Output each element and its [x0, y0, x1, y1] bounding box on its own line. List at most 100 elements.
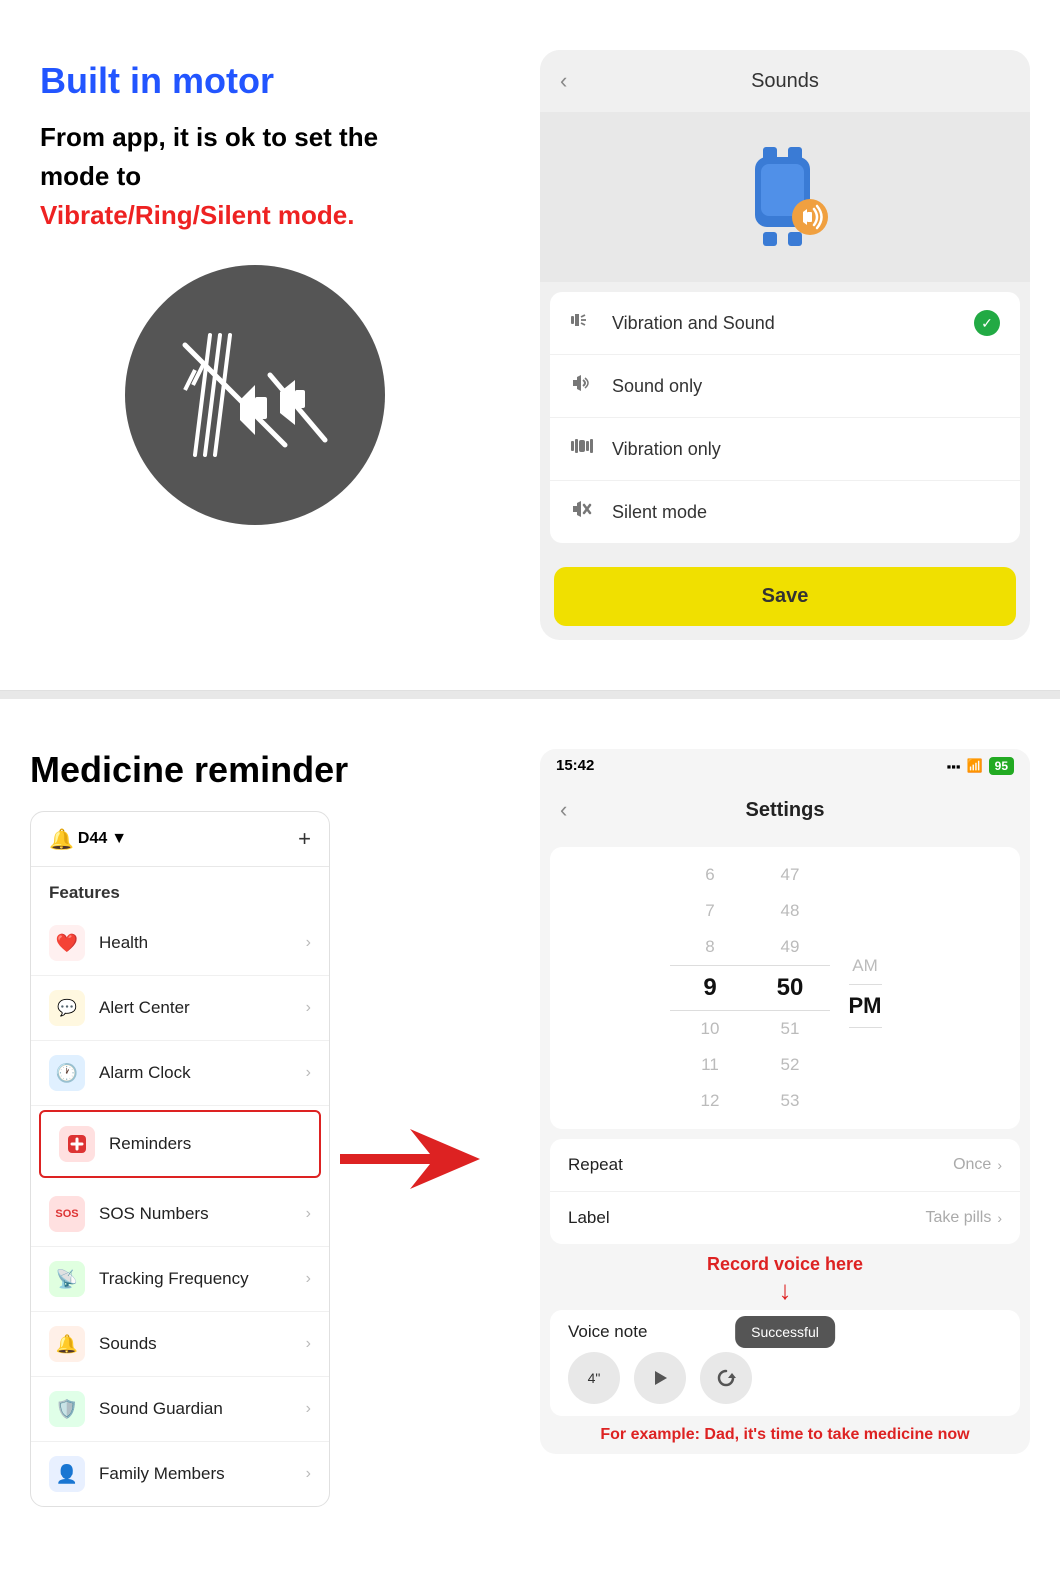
family-label: Family Members: [99, 1464, 306, 1484]
built-in-title: Built in motor: [40, 60, 470, 102]
reminders-label: Reminders: [109, 1134, 301, 1154]
status-right: ▪▪▪ 📶 95: [947, 757, 1014, 775]
time-picker[interactable]: 6 7 8 9 10 11 12 47 48 49 50 51 52 53: [550, 847, 1020, 1129]
device-name: 🔔 D44 ▼: [49, 827, 127, 852]
sos-icon: SOS: [49, 1196, 85, 1232]
device-name-text: D44: [78, 830, 107, 848]
menu-item-sounds[interactable]: 🔔 Sounds ›: [31, 1312, 329, 1377]
family-chevron: ›: [306, 1465, 311, 1483]
top-section: Built in motor From app, it is ok to set…: [0, 0, 1060, 691]
hour-12: 12: [670, 1083, 750, 1119]
vibration-sound-icon: [570, 310, 598, 336]
mode-svg: [155, 295, 355, 495]
settings-header: ‹ Settings: [540, 783, 1030, 837]
menu-item-alert-center[interactable]: 💬 Alert Center ›: [31, 976, 329, 1041]
reset-button[interactable]: [700, 1352, 752, 1404]
sound-option-sound-only[interactable]: Sound only: [550, 355, 1020, 418]
sos-label: SOS Numbers: [99, 1204, 306, 1224]
down-arrow-icon: ↓: [779, 1275, 792, 1305]
repeat-chevron: ›: [997, 1157, 1002, 1173]
right-panel-sounds: ‹ Sounds: [510, 30, 1060, 660]
sounds-screen-title: Sounds: [751, 70, 819, 93]
hour-column[interactable]: 6 7 8 9 10 11 12: [670, 857, 750, 1119]
hour-8: 8: [670, 929, 750, 965]
label-row[interactable]: Label Take pills ›: [550, 1192, 1020, 1244]
bottom-section: Medicine reminder 🔔 D44 ▼ + Features ❤️ …: [0, 699, 1060, 1557]
sound-option-silent-mode[interactable]: Silent mode: [550, 481, 1020, 543]
repeat-value: Once: [953, 1156, 991, 1174]
desc-highlight: Vibrate/Ring/Silent mode.: [40, 200, 354, 230]
watch-icon: [735, 142, 835, 252]
sounds-back-button[interactable]: ‹: [560, 68, 567, 94]
red-arrow-container: [330, 1129, 480, 1189]
vibration-only-icon: [570, 436, 598, 462]
hour-11: 11: [670, 1047, 750, 1083]
menu-item-tracking[interactable]: 📡 Tracking Frequency ›: [31, 1247, 329, 1312]
sounds-chevron: ›: [306, 1335, 311, 1353]
tracking-chevron: ›: [306, 1270, 311, 1288]
desc-line2: mode to: [40, 161, 141, 191]
alarm-clock-icon: 🕐: [49, 1055, 85, 1091]
save-button[interactable]: Save: [554, 567, 1016, 626]
min-50-selected: 50: [750, 965, 830, 1011]
menu-item-reminders[interactable]: Reminders: [41, 1112, 319, 1176]
menu-item-family[interactable]: 👤 Family Members ›: [31, 1442, 329, 1506]
sounds-screen-header: ‹ Sounds: [540, 50, 1030, 112]
settings-phone-screen: 15:42 ▪▪▪ 📶 95 ‹ Settings 6 7 8 9: [540, 749, 1030, 1454]
sound-guardian-chevron: ›: [306, 1400, 311, 1418]
hour-9-selected: 9: [670, 965, 750, 1011]
health-label: Health: [99, 933, 306, 953]
pm-option-selected[interactable]: PM: [849, 984, 882, 1028]
menu-item-health[interactable]: ❤️ Health ›: [31, 911, 329, 976]
battery-badge: 95: [989, 757, 1014, 775]
play-button[interactable]: [634, 1352, 686, 1404]
status-bar: 15:42 ▪▪▪ 📶 95: [540, 749, 1030, 783]
features-header: Features: [31, 867, 329, 911]
min-52: 52: [750, 1047, 830, 1083]
sounds-label: Sounds: [99, 1334, 306, 1354]
app-with-arrow: 🔔 D44 ▼ + Features ❤️ Health › 💬 Alert C: [30, 811, 480, 1507]
min-53: 53: [750, 1083, 830, 1119]
successful-badge: Successful: [735, 1316, 835, 1348]
menu-item-alarm-clock[interactable]: 🕐 Alarm Clock ›: [31, 1041, 329, 1106]
bell-icon: 🔔: [49, 827, 74, 852]
section-divider: [0, 691, 1060, 699]
signal-icon: ▪▪▪: [947, 759, 961, 774]
menu-item-reminders-wrapper: Reminders: [39, 1110, 321, 1178]
min-51: 51: [750, 1011, 830, 1047]
menu-item-sos[interactable]: SOS SOS Numbers ›: [31, 1182, 329, 1247]
vibration-sound-check: ✓: [974, 310, 1000, 336]
left-panel-bottom: Medicine reminder 🔔 D44 ▼ + Features ❤️ …: [0, 729, 510, 1527]
family-icon: 👤: [49, 1456, 85, 1492]
repeat-row[interactable]: Repeat Once ›: [550, 1139, 1020, 1192]
label-value: Take pills: [926, 1209, 992, 1227]
left-panel-top: Built in motor From app, it is ok to set…: [0, 30, 510, 660]
silent-mode-icon: [570, 499, 598, 525]
record-annotation: Record voice here ↓: [550, 1254, 1020, 1306]
sound-option-vibration-only[interactable]: Vibration only: [550, 418, 1020, 481]
am-option[interactable]: AM: [852, 948, 878, 984]
health-icon: ❤️: [49, 925, 85, 961]
desc-line1: From app, it is ok to set the: [40, 122, 378, 152]
tracking-label: Tracking Frequency: [99, 1269, 306, 1289]
menu-item-sound-guardian[interactable]: 🛡️ Sound Guardian ›: [31, 1377, 329, 1442]
settings-back-button[interactable]: ‹: [560, 797, 567, 823]
mode-circle-icon: [125, 265, 385, 525]
hour-6: 6: [670, 857, 750, 893]
hour-7: 7: [670, 893, 750, 929]
sound-option-vibration-sound[interactable]: Vibration and Sound ✓: [550, 292, 1020, 355]
sound-guardian-label: Sound Guardian: [99, 1399, 306, 1419]
health-chevron: ›: [306, 934, 311, 952]
minute-column[interactable]: 47 48 49 50 51 52 53: [750, 857, 830, 1119]
status-time: 15:42: [556, 757, 594, 775]
alert-center-label: Alert Center: [99, 998, 306, 1018]
sound-guardian-icon: 🛡️: [49, 1391, 85, 1427]
alert-center-chevron: ›: [306, 999, 311, 1017]
add-button[interactable]: +: [298, 826, 311, 852]
app-header: 🔔 D44 ▼ +: [31, 812, 329, 867]
wifi-icon: 📶: [966, 758, 982, 774]
ampm-column[interactable]: AM PM: [830, 948, 900, 1028]
settings-title: Settings: [746, 799, 825, 822]
repeat-label: Repeat: [568, 1155, 953, 1175]
min-47: 47: [750, 857, 830, 893]
